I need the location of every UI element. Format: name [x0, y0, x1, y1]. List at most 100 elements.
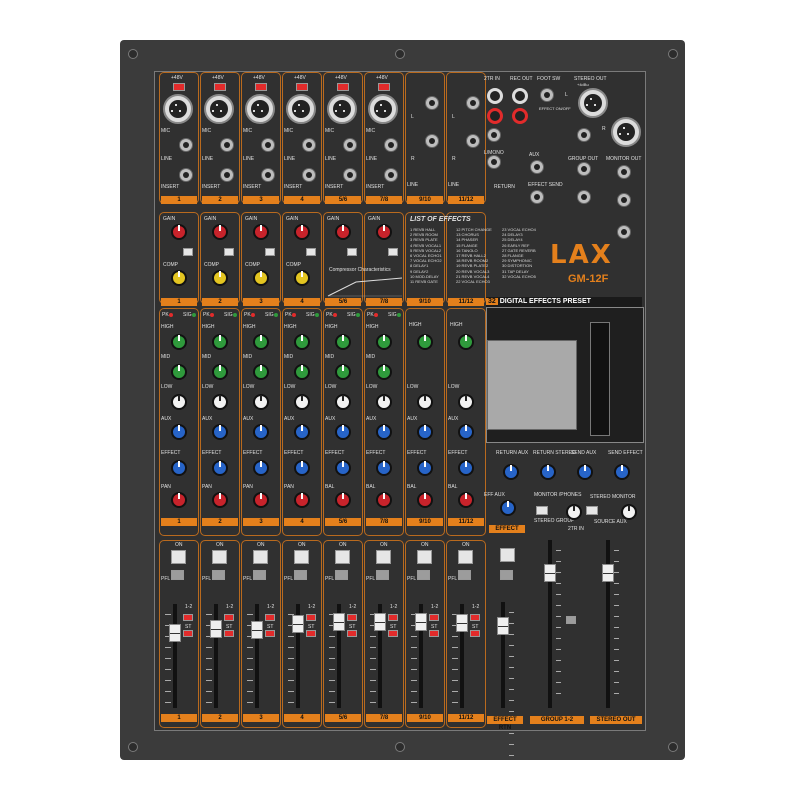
channel-fader[interactable]: [456, 613, 468, 632]
on-button[interactable]: [212, 550, 227, 564]
effect-rtn-on-button[interactable]: [500, 548, 515, 562]
comp-knob[interactable]: [171, 270, 187, 286]
gain-knob[interactable]: [171, 224, 187, 240]
stereo-out-left-xlr[interactable]: [578, 88, 608, 118]
high-eq-knob[interactable]: [335, 334, 351, 350]
gain-button[interactable]: [347, 248, 357, 256]
assign-st-button[interactable]: [265, 630, 275, 637]
pfl-button[interactable]: [171, 570, 184, 580]
aux-send-knob[interactable]: [171, 424, 187, 440]
pfl-button[interactable]: [417, 570, 430, 580]
master-fader[interactable]: [544, 563, 556, 582]
effect-send-jack[interactable]: [530, 190, 544, 204]
mid-eq-knob[interactable]: [376, 364, 392, 380]
effect-send-knob[interactable]: [171, 460, 187, 476]
gain-button[interactable]: [224, 248, 234, 256]
assign-12-button[interactable]: [183, 614, 193, 621]
master-fader[interactable]: [602, 563, 614, 582]
mic-input-xlr[interactable]: [245, 94, 275, 124]
pan-knob[interactable]: [171, 492, 187, 508]
on-button[interactable]: [376, 550, 391, 564]
effect-selector[interactable]: [590, 322, 610, 436]
comp-knob[interactable]: [212, 270, 228, 286]
group-out-1-jack[interactable]: [577, 128, 591, 142]
gain-button[interactable]: [265, 248, 275, 256]
gain-button[interactable]: [183, 248, 193, 256]
send-effect-knob[interactable]: [614, 464, 630, 480]
pan-knob[interactable]: [212, 492, 228, 508]
two-tr-in-knob[interactable]: [621, 504, 637, 520]
phones-jack[interactable]: [617, 225, 631, 239]
pfl-button[interactable]: [212, 570, 225, 580]
mid-eq-knob[interactable]: [253, 364, 269, 380]
effect-rtn-pfl-button[interactable]: [500, 570, 513, 580]
assign-12-button[interactable]: [347, 614, 357, 621]
low-eq-knob[interactable]: [417, 394, 433, 410]
high-eq-knob[interactable]: [171, 334, 187, 350]
assign-st-button[interactable]: [347, 630, 357, 637]
line-input-jack[interactable]: [220, 138, 234, 152]
aux-send-knob[interactable]: [212, 424, 228, 440]
phantom-power-button[interactable]: [214, 83, 226, 91]
pfl-button[interactable]: [294, 570, 307, 580]
high-eq-knob[interactable]: [417, 334, 433, 350]
effect-send-knob[interactable]: [294, 460, 310, 476]
stereo-group-button[interactable]: [536, 506, 548, 515]
stereo-out-right-xlr[interactable]: [611, 117, 641, 147]
pan-knob[interactable]: [294, 492, 310, 508]
aux-send-knob[interactable]: [417, 424, 433, 440]
assign-st-button[interactable]: [429, 630, 439, 637]
on-button[interactable]: [253, 550, 268, 564]
monitor-out-right-jack[interactable]: [617, 193, 631, 207]
high-eq-knob[interactable]: [376, 334, 392, 350]
aux-send-jack[interactable]: [530, 160, 544, 174]
assign-st-button[interactable]: [183, 630, 193, 637]
aux-return-l-mono-jack[interactable]: [487, 128, 501, 142]
phantom-power-button[interactable]: [173, 83, 185, 91]
low-eq-knob[interactable]: [212, 394, 228, 410]
on-button[interactable]: [171, 550, 186, 564]
aux-send-knob[interactable]: [253, 424, 269, 440]
mid-eq-knob[interactable]: [335, 364, 351, 380]
low-eq-knob[interactable]: [335, 394, 351, 410]
mic-input-xlr[interactable]: [163, 94, 193, 124]
aux-send-knob[interactable]: [294, 424, 310, 440]
line-input-jack[interactable]: [384, 138, 398, 152]
pfl-button[interactable]: [335, 570, 348, 580]
pan-knob[interactable]: [253, 492, 269, 508]
aux-send-knob[interactable]: [335, 424, 351, 440]
line-r-jack[interactable]: [425, 134, 439, 148]
gain-knob[interactable]: [253, 224, 269, 240]
pan-knob[interactable]: [417, 492, 433, 508]
assign-12-button[interactable]: [388, 614, 398, 621]
pan-knob[interactable]: [335, 492, 351, 508]
group-out-2-jack[interactable]: [577, 162, 591, 176]
aux-send-knob[interactable]: [458, 424, 474, 440]
gain-knob[interactable]: [335, 224, 351, 240]
foot-switch-jack[interactable]: [540, 88, 554, 102]
gain-button[interactable]: [388, 248, 398, 256]
mic-input-xlr[interactable]: [204, 94, 234, 124]
phantom-power-button[interactable]: [378, 83, 390, 91]
channel-fader[interactable]: [374, 612, 386, 631]
effect-send-knob[interactable]: [417, 460, 433, 476]
two-tr-in-right-jack[interactable]: [487, 108, 503, 124]
channel-fader[interactable]: [210, 619, 222, 638]
line-input-jack[interactable]: [302, 138, 316, 152]
line-r-jack[interactable]: [466, 134, 480, 148]
channel-fader[interactable]: [169, 624, 181, 643]
low-eq-knob[interactable]: [458, 394, 474, 410]
effect-send-knob[interactable]: [458, 460, 474, 476]
line-input-jack[interactable]: [261, 138, 275, 152]
pan-knob[interactable]: [376, 492, 392, 508]
high-eq-knob[interactable]: [253, 334, 269, 350]
rec-out-right-jack[interactable]: [512, 108, 528, 124]
assign-12-button[interactable]: [224, 614, 234, 621]
mic-input-xlr[interactable]: [368, 94, 398, 124]
insert-jack[interactable]: [179, 168, 193, 182]
mid-eq-knob[interactable]: [212, 364, 228, 380]
insert-jack[interactable]: [302, 168, 316, 182]
comp-knob[interactable]: [294, 270, 310, 286]
assign-st-button[interactable]: [224, 630, 234, 637]
assign-st-button[interactable]: [470, 630, 480, 637]
